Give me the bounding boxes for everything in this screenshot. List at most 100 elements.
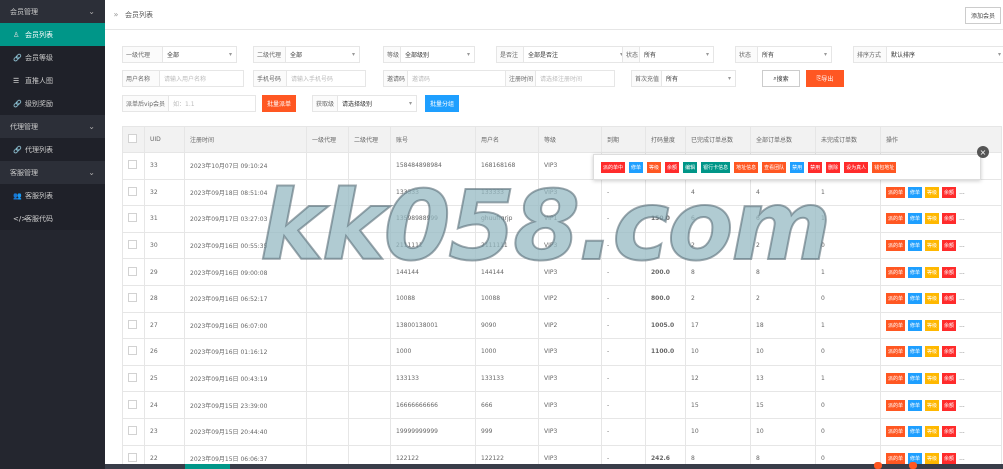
action-button[interactable]: 修单	[908, 399, 923, 411]
action-button[interactable]: 修单	[908, 240, 923, 252]
filter-select[interactable]: 全部级别 ▾	[400, 46, 475, 63]
checkbox-cell[interactable]	[122, 205, 145, 233]
action-button[interactable]: 派的单	[886, 346, 906, 358]
table-row[interactable]: 27 2023年09月16日 06:07:00 13800138001 9090 VIP…	[122, 311, 1002, 340]
action-button[interactable]: 修单	[908, 186, 923, 198]
action-button[interactable]: 派的单	[886, 426, 906, 438]
more-icon[interactable]: ...	[959, 455, 965, 462]
more-icon[interactable]: ...	[959, 428, 965, 435]
checkbox-cell[interactable]	[122, 152, 145, 180]
filter-input[interactable]: 请输入手机号码	[286, 70, 366, 87]
checkbox[interactable]	[128, 266, 137, 276]
sidebar-group[interactable]: 会员管理 ⌄	[0, 0, 105, 23]
action-button[interactable]: 修单	[908, 319, 923, 331]
double-chevron-icon[interactable]: »	[109, 10, 123, 19]
tab-current[interactable]: 会员列表	[125, 10, 153, 20]
action-button[interactable]: 等级	[925, 293, 940, 305]
checkbox[interactable]	[128, 240, 137, 250]
filter-select[interactable]: 所有 ▾	[661, 70, 736, 87]
action-button[interactable]: 修单	[908, 346, 923, 358]
checkbox[interactable]	[128, 346, 137, 356]
checkbox-cell[interactable]	[122, 178, 145, 207]
more-icon[interactable]: ...	[959, 402, 965, 409]
export-button[interactable]: ⎘ 导出	[806, 70, 844, 87]
more-icon[interactable]: ...	[959, 348, 965, 355]
more-icon[interactable]: ...	[959, 322, 965, 329]
checkbox[interactable]	[128, 186, 137, 196]
action-button[interactable]: 等级	[925, 399, 940, 411]
sidebar-group[interactable]: 代理管理 ⌄	[0, 115, 105, 138]
close-icon[interactable]: ×	[977, 146, 989, 158]
popup-action-button[interactable]: 钱包地址	[872, 161, 897, 173]
filter-select[interactable]: 全部 ▾	[285, 46, 360, 63]
checkbox-cell[interactable]	[122, 364, 145, 393]
action-button[interactable]: 等级	[925, 346, 940, 358]
filter-select[interactable]: 全部 ▾	[162, 46, 237, 63]
more-icon[interactable]: ...	[959, 215, 965, 222]
checkbox-cell[interactable]	[122, 311, 145, 340]
sidebar-item[interactable]: ☰ 直推人图	[0, 69, 105, 92]
action-button[interactable]: 等级	[925, 186, 940, 198]
more-icon[interactable]: ...	[959, 189, 965, 196]
action-button[interactable]: 余额	[942, 399, 957, 411]
more-icon[interactable]: ...	[959, 269, 965, 276]
sidebar-item[interactable]: </> 客服代码	[0, 207, 105, 230]
vip-input[interactable]: 如：1.1	[168, 95, 257, 112]
sidebar-item[interactable]: 🔗 会员等级	[0, 46, 105, 69]
sidebar-group[interactable]: 客服管理 ⌄	[0, 161, 105, 184]
action-button[interactable]: 修单	[908, 373, 923, 385]
filter-input[interactable]: 请输入用户名称	[159, 70, 244, 87]
checkbox-cell[interactable]	[122, 338, 145, 366]
level-select[interactable]: 请选择级别 ▾	[337, 95, 418, 112]
checkbox[interactable]	[128, 452, 137, 462]
add-member-button[interactable]: 添加会员	[964, 7, 1001, 24]
action-button[interactable]: 余额	[942, 346, 957, 358]
sidebar-item[interactable]: 🔗 代理列表	[0, 138, 105, 161]
filter-select[interactable]: 所有 ▾	[757, 46, 832, 63]
more-icon[interactable]: ...	[959, 295, 965, 302]
checkbox[interactable]	[128, 160, 137, 170]
sidebar-item[interactable]: 🔗 级别奖励	[0, 92, 105, 115]
table-row[interactable]: 28 2023年09月16日 06:52:17 10088 10088 VIP2-800…	[122, 284, 1002, 313]
search-button[interactable]: ⌕ 搜索	[762, 70, 800, 87]
action-button[interactable]: 余额	[942, 452, 957, 464]
more-icon[interactable]: ...	[959, 242, 965, 249]
action-button[interactable]: 派的单	[886, 319, 906, 331]
checkbox[interactable]	[128, 399, 137, 409]
table-row[interactable]: 26 2023年09月16日 01:16:12 1000 1000 VIP3-1100.…	[122, 338, 1002, 366]
action-button[interactable]: 等级	[925, 266, 940, 278]
float-badge[interactable]	[909, 462, 917, 469]
action-button[interactable]: 修单	[908, 213, 923, 225]
sidebar-item[interactable]: ♙ 会员列表	[0, 23, 105, 46]
checkbox-cell[interactable]	[122, 284, 145, 313]
checkbox-cell[interactable]	[122, 391, 145, 419]
checkbox-cell[interactable]	[122, 231, 145, 260]
checkbox[interactable]	[128, 213, 137, 223]
checkbox-cell[interactable]	[122, 417, 145, 446]
action-button[interactable]: 修单	[908, 293, 923, 305]
checkbox[interactable]	[128, 426, 137, 436]
action-button[interactable]: 余额	[942, 266, 957, 278]
action-button[interactable]: 余额	[942, 373, 957, 385]
action-button[interactable]: 派的单	[886, 240, 906, 252]
checkbox-cell[interactable]	[122, 258, 145, 286]
action-button[interactable]: 派的单	[886, 293, 906, 305]
checkbox[interactable]	[128, 293, 137, 303]
checkbox[interactable]	[128, 134, 137, 143]
action-button[interactable]: 等级	[925, 452, 940, 464]
action-button[interactable]: 余额	[942, 426, 957, 438]
filter-input[interactable]: 请选择注册时间	[535, 70, 615, 87]
action-button[interactable]: 余额	[942, 186, 957, 198]
action-button[interactable]: 余额	[942, 213, 957, 225]
checkbox[interactable]	[128, 319, 137, 329]
action-button[interactable]: 等级	[925, 426, 940, 438]
action-button[interactable]: 修单	[908, 426, 923, 438]
batch-group-button[interactable]: 批量分组	[425, 95, 460, 112]
header-checkbox-cell[interactable]	[122, 126, 145, 153]
batch-dispatch-button[interactable]: 批量派单	[262, 95, 297, 112]
table-row[interactable]: 24 2023年09月15日 23:39:00 16666666666 666 VIP3…	[122, 391, 1002, 419]
action-button[interactable]: 等级	[925, 240, 940, 252]
action-button[interactable]: 余额	[942, 293, 957, 305]
filter-select[interactable]: 默认排序 ▾	[886, 46, 1003, 63]
action-button[interactable]: 等级	[925, 213, 940, 225]
